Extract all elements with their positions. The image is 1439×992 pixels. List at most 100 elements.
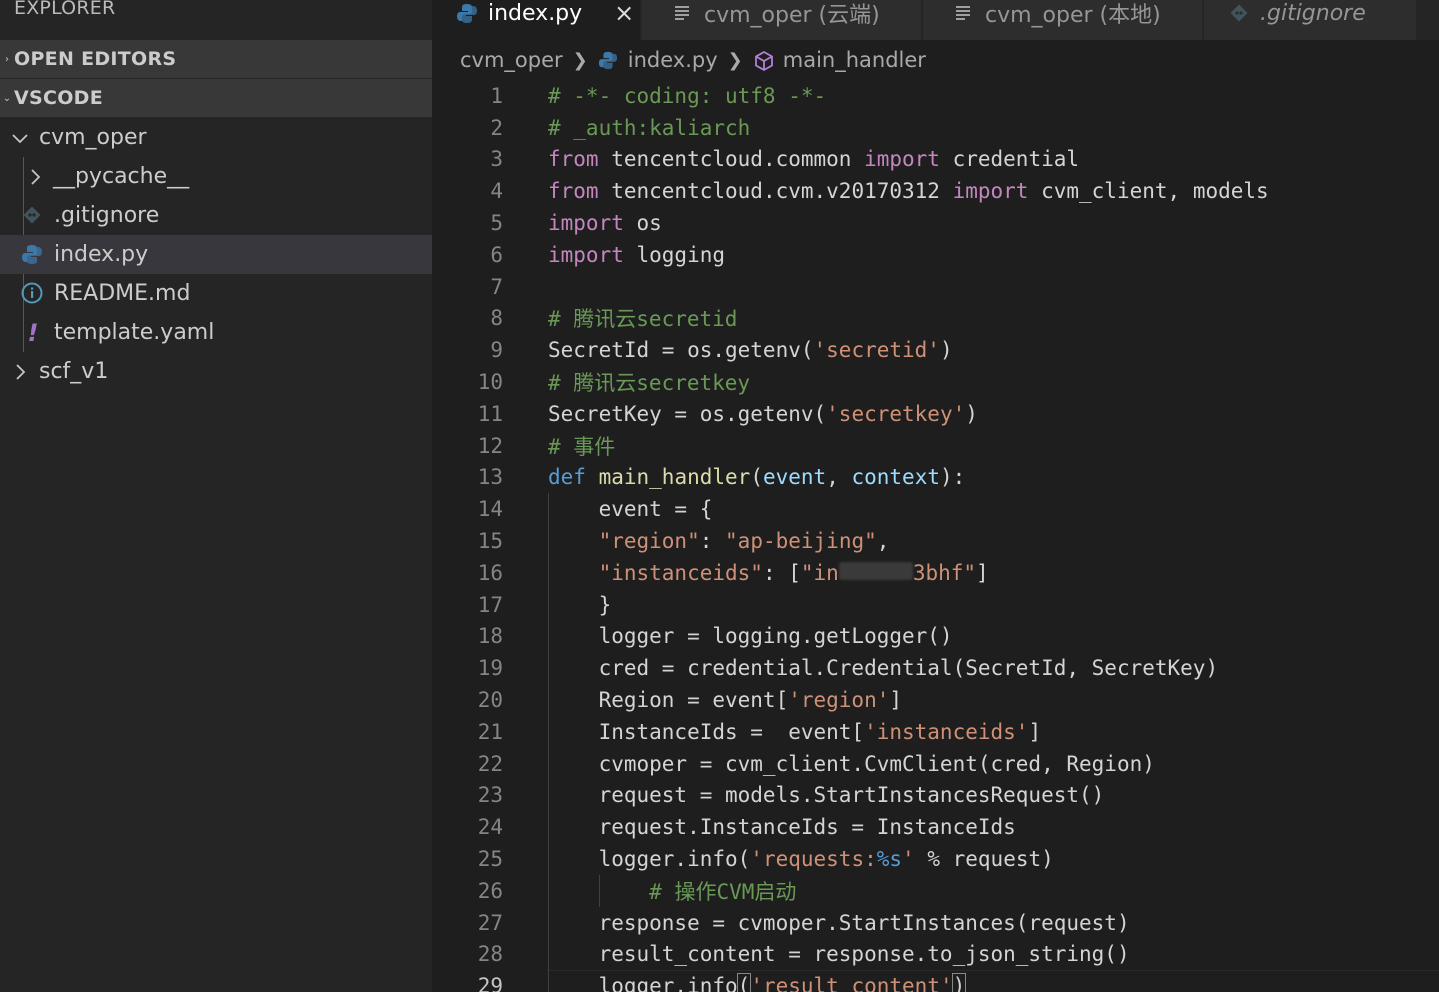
git-icon: [21, 204, 45, 228]
code-line[interactable]: 28 result_content = response.to_json_str…: [432, 939, 1439, 971]
line-number: 24: [477, 815, 503, 840]
line-source: }: [548, 593, 612, 617]
tree-file-index-py[interactable]: index.py: [0, 235, 432, 274]
code-token: "region": [598, 529, 700, 554]
tree-folder-pycache[interactable]: __pycache__: [0, 157, 432, 196]
code-line[interactable]: 17 }: [432, 589, 1439, 621]
code-token: ): [965, 401, 978, 426]
code-token: cred = credential.Credential(SecretId, S…: [548, 656, 1219, 681]
code-line[interactable]: 25 logger.info('requests:%s' % request): [432, 843, 1439, 875]
code-line[interactable]: 13 def main_handler(event, context):: [432, 462, 1439, 494]
python-icon: [456, 2, 478, 24]
open-editors-label: OPEN EDITORS: [14, 48, 177, 70]
chevron-right-icon: ❯: [572, 49, 588, 71]
line-number: 15: [477, 529, 503, 554]
code-token: # 操作CVM启动: [649, 879, 797, 904]
code-token: import: [548, 211, 624, 236]
line-source: SecretKey = os.getenv('secretkey'): [548, 402, 978, 426]
code-token: import: [864, 147, 940, 172]
line-source: # -*- coding: utf8 -*-: [548, 84, 826, 108]
line-number: 29: [477, 974, 503, 992]
code-line[interactable]: 1 # -*- coding: utf8 -*-: [432, 80, 1439, 112]
tab-label: index.py: [488, 0, 583, 26]
code-line[interactable]: 22 cvmoper = cvm_client.CvmClient(cred, …: [432, 748, 1439, 780]
code-line[interactable]: 3 from tencentcloud.common import credent…: [432, 144, 1439, 176]
line-number: 25: [477, 847, 503, 872]
code-line[interactable]: 16 "instanceids": ["in 3bhf"]: [432, 557, 1439, 589]
code-line[interactable]: 12 # 事件: [432, 430, 1439, 462]
tree-item-label: README.md: [54, 281, 191, 306]
code-token: tencentcloud.cvm.v20170312: [598, 179, 953, 204]
tab-index-py[interactable]: index.py ×: [432, 0, 641, 40]
code-token: (: [750, 465, 763, 490]
open-editors-section[interactable]: › OPEN EDITORS: [0, 40, 432, 78]
tree-folder-scf-v1[interactable]: scf_v1: [0, 352, 432, 391]
tree-file-template-yaml[interactable]: ! template.yaml: [0, 313, 432, 352]
code-line[interactable]: 8 # 腾讯云secretid: [432, 303, 1439, 335]
workspace-section[interactable]: ⌄ VSCODE: [0, 79, 432, 117]
code-token: cvm_client, models: [1028, 179, 1269, 204]
line-source: request = models.StartInstancesRequest(): [548, 783, 1105, 808]
code-line[interactable]: 5 import os: [432, 207, 1439, 239]
code-line[interactable]: 24 request.InstanceIds = InstanceIds: [432, 811, 1439, 843]
line-number: 26: [477, 878, 503, 903]
code-token: event: [762, 465, 827, 490]
tab-gitignore[interactable]: .gitignore: [1204, 0, 1417, 40]
tab-cvm-oper-cloud[interactable]: cvm_oper (云端): [642, 0, 922, 40]
code-token: def: [548, 465, 586, 490]
tree-file-gitignore[interactable]: .gitignore: [0, 196, 432, 235]
breadcrumb-symbol[interactable]: main_handler: [783, 48, 926, 72]
code-line[interactable]: 23 request = models.StartInstancesReques…: [432, 780, 1439, 812]
code-token: import: [548, 242, 624, 267]
line-number: 22: [477, 751, 503, 776]
tree-file-readme[interactable]: README.md: [0, 274, 432, 313]
code-line[interactable]: 7: [432, 271, 1439, 303]
line-number: 4: [490, 179, 503, 204]
code-line[interactable]: 20 Region = event['region']: [432, 684, 1439, 716]
workspace-label: VSCODE: [14, 87, 104, 109]
code-line[interactable]: 10 # 腾讯云secretkey: [432, 366, 1439, 398]
code-token: SecretId = os.getenv(: [548, 338, 814, 363]
lines-icon: [672, 2, 694, 24]
line-source: response = cvmoper.StartInstances(reques…: [548, 911, 1130, 935]
code-token: "ap-beijing": [725, 529, 877, 554]
code-line[interactable]: 6 import logging: [432, 239, 1439, 271]
code-editor[interactable]: 1 # -*- coding: utf8 -*- 2 # _auth:kaliarch…: [432, 80, 1439, 992]
code-line[interactable]: 29 logger.info('result_content'): [432, 970, 1439, 992]
line-number: 16: [477, 560, 503, 585]
code-line[interactable]: 9 SecretId = os.getenv('secretid'): [432, 334, 1439, 366]
code-token: request = models.StartInstancesRequest(): [548, 783, 1105, 808]
line-source: result_content = response.to_json_string…: [548, 942, 1130, 966]
line-number: 1: [490, 83, 503, 108]
line-number: 27: [477, 910, 503, 935]
code-line[interactable]: 18 logger = logging.getLogger(): [432, 621, 1439, 653]
code-token: "in: [800, 560, 839, 585]
tab-cvm-oper-local[interactable]: cvm_oper (本地): [923, 0, 1203, 40]
breadcrumb-file[interactable]: index.py: [628, 48, 718, 72]
code-line[interactable]: 11 SecretKey = os.getenv('secretkey'): [432, 398, 1439, 430]
code-line[interactable]: 26 # 操作CVM启动: [432, 875, 1439, 907]
tree-item-label: index.py: [54, 242, 149, 267]
code-token: 'instanceids': [864, 719, 1029, 744]
code-line[interactable]: 21 InstanceIds = event['instanceids']: [432, 716, 1439, 748]
code-token: # -*- coding: utf8 -*-: [548, 83, 827, 108]
code-line[interactable]: 19 cred = credential.Credential(SecretId…: [432, 652, 1439, 684]
code-line[interactable]: 4 from tencentcloud.cvm.v20170312 import …: [432, 175, 1439, 207]
code-token: response = cvmoper.StartInstances(reques…: [548, 910, 1130, 935]
tree-folder-cvm-oper[interactable]: cvm_oper: [0, 118, 432, 157]
code-line[interactable]: 2 # _auth:kaliarch: [432, 112, 1439, 144]
code-token: # 腾讯云secretkey: [548, 371, 751, 396]
line-source: # 操作CVM启动: [548, 876, 796, 906]
python-icon: [598, 50, 618, 70]
code-token: logger = logging.getLogger(): [548, 624, 953, 649]
code-token: SecretKey = os.getenv(: [548, 401, 827, 426]
code-line[interactable]: 27 response = cvmoper.StartInstances(req…: [432, 907, 1439, 939]
code-token: 'requests:: [750, 847, 877, 872]
code-line[interactable]: 14 event = {: [432, 493, 1439, 525]
chevron-right-icon: ›: [5, 53, 9, 65]
breadcrumb-folder[interactable]: cvm_oper: [460, 48, 563, 72]
close-icon[interactable]: ×: [614, 0, 634, 27]
line-source: Region = event['region']: [548, 688, 902, 712]
line-source: def main_handler(event, context):: [548, 465, 965, 489]
code-line[interactable]: 15 "region": "ap-beijing",: [432, 525, 1439, 557]
